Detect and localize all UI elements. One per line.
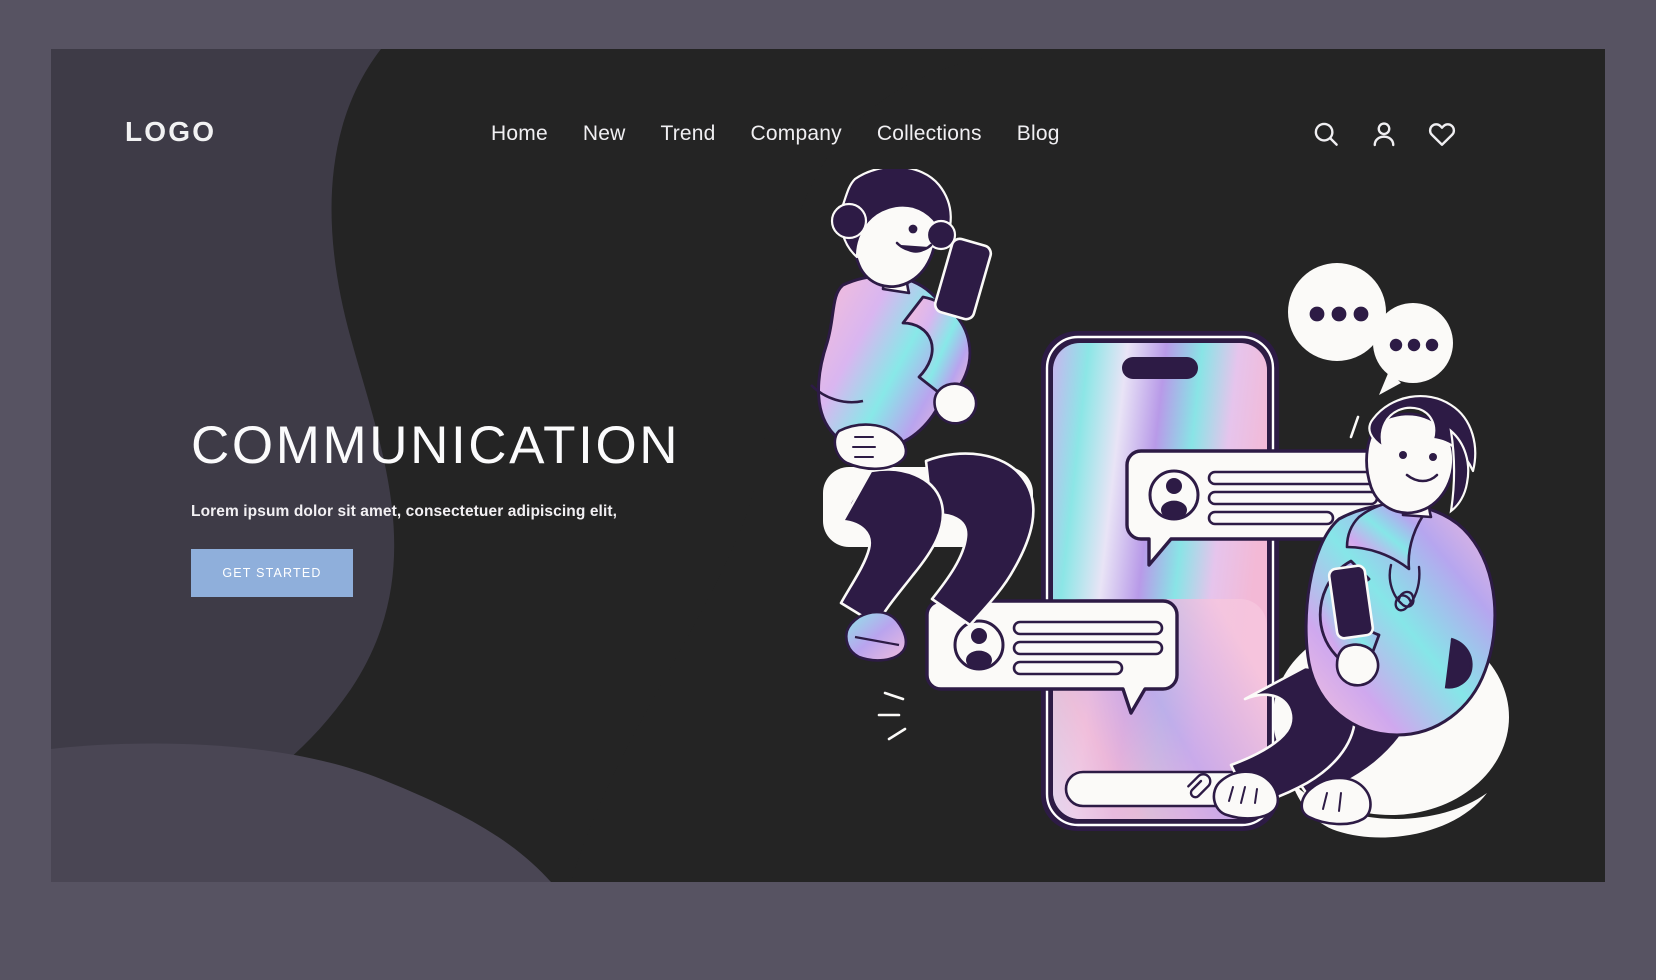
nav-item-new[interactable]: New — [583, 122, 626, 146]
hero-section: COMMUNICATION Lorem ipsum dolor sit amet… — [191, 419, 680, 597]
phone-mockup — [1041, 331, 1279, 831]
character-top-left — [810, 169, 1035, 662]
motion-lines-left — [877, 691, 907, 741]
logo[interactable]: LOGO — [125, 116, 216, 148]
nav-item-trend[interactable]: Trend — [660, 122, 715, 146]
heart-icon[interactable] — [1427, 119, 1457, 149]
page-title: COMMUNICATION — [191, 416, 681, 475]
nav-item-company[interactable]: Company — [751, 122, 842, 146]
header-icons — [1311, 119, 1457, 149]
main-navigation: Home New Trend Company Collections Blog — [491, 122, 1060, 146]
nav-item-home[interactable]: Home — [491, 122, 548, 146]
nav-item-collections[interactable]: Collections — [877, 122, 982, 146]
site-header: LOGO Home New Trend Company Collections … — [51, 49, 1605, 229]
dynamic-island — [1122, 357, 1198, 379]
avatar — [1148, 469, 1200, 521]
page-canvas: LOGO Home New Trend Company Collections … — [51, 49, 1605, 882]
avatar — [953, 619, 1005, 671]
hero-subtitle: Lorem ipsum dolor sit amet, consectetuer… — [191, 503, 618, 520]
illustration-canvas — [810, 169, 1509, 838]
user-icon[interactable] — [1369, 119, 1399, 149]
communication-illustration — [751, 169, 1605, 882]
search-icon[interactable] — [1311, 119, 1341, 149]
nav-item-blog[interactable]: Blog — [1017, 122, 1060, 146]
typing-bubble-small — [1373, 303, 1453, 395]
typing-bubble-large — [1288, 263, 1386, 361]
get-started-button[interactable]: GET STARTED — [191, 549, 353, 597]
